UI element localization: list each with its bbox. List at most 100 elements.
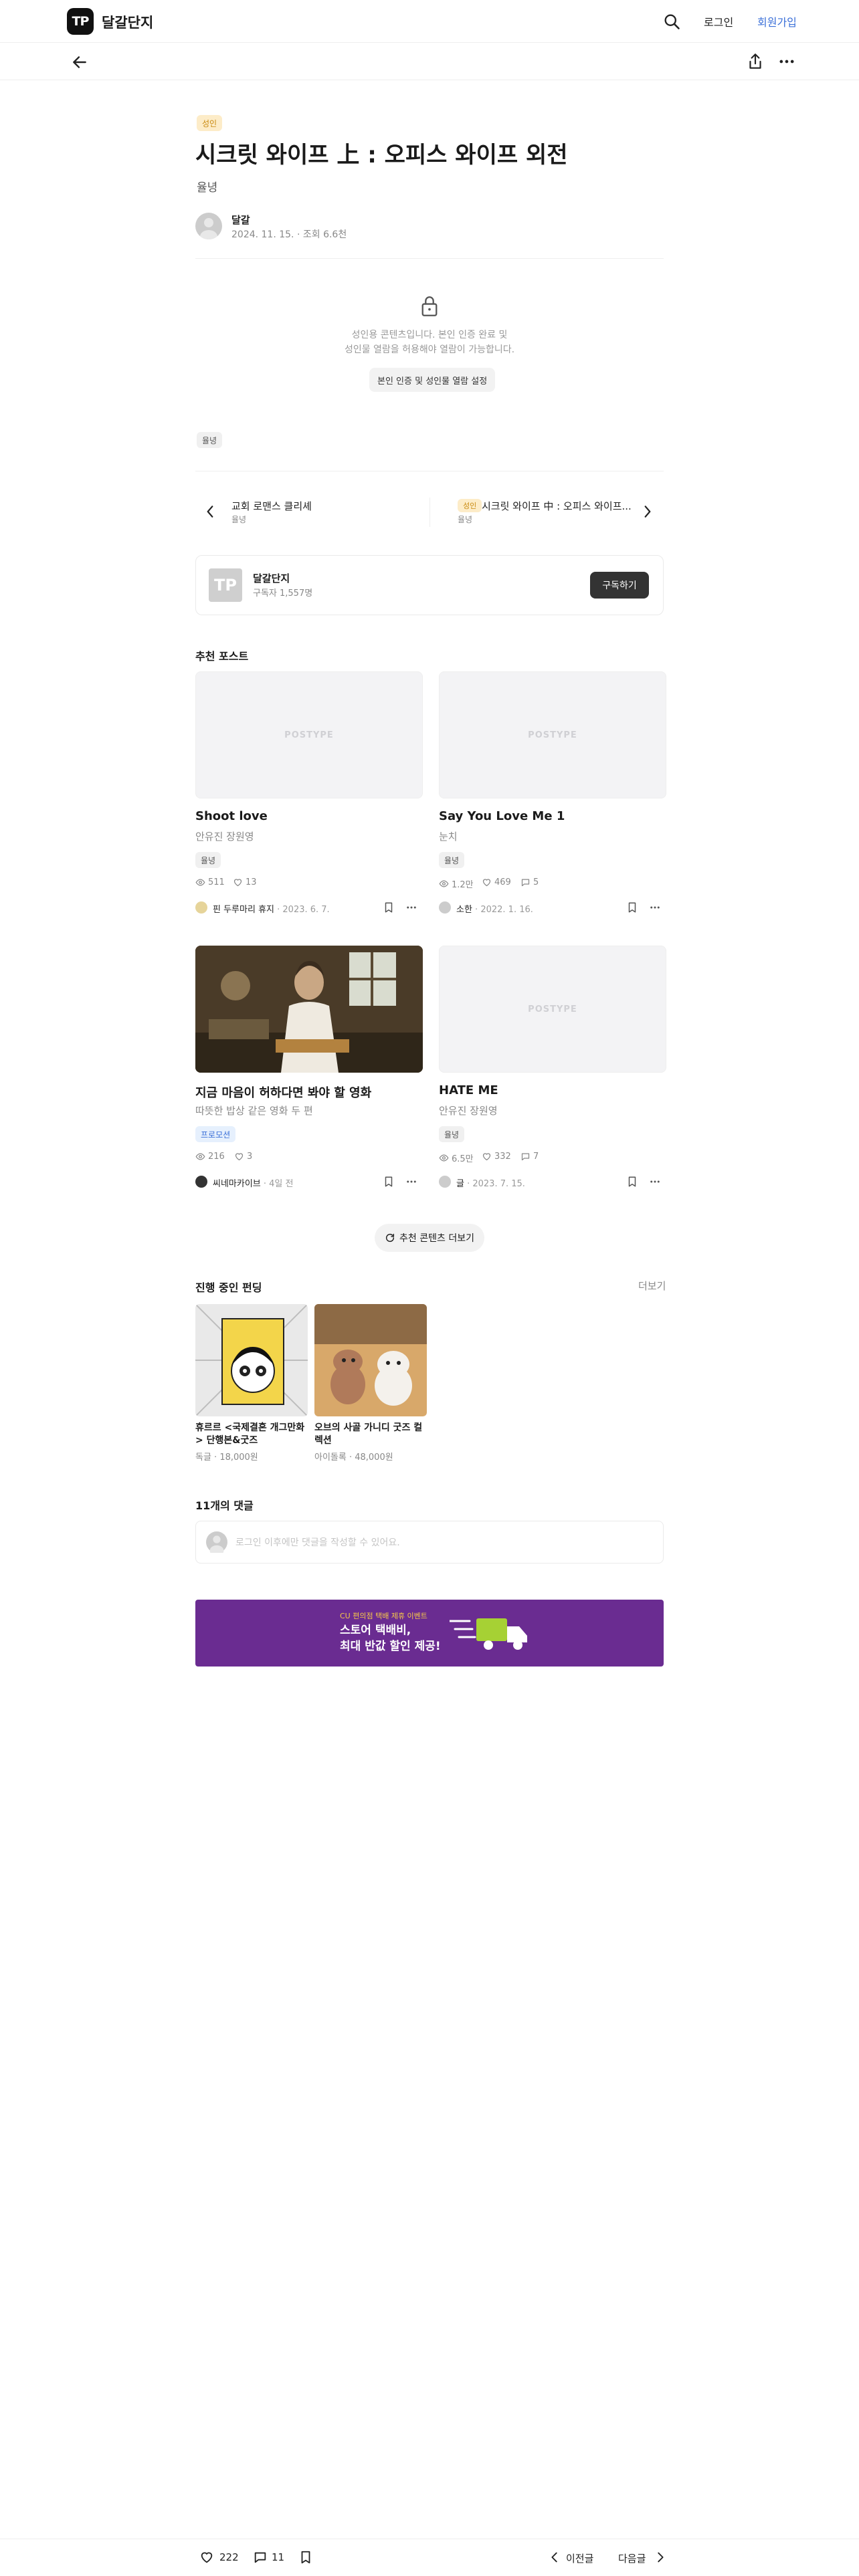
eye-icon (439, 1154, 449, 1162)
byline-avatar[interactable] (195, 1176, 207, 1188)
funding-image[interactable] (195, 1304, 308, 1416)
view-count: 1.2만 (439, 877, 474, 890)
funding-item-meta: 아이돌록 · 48,000원 (314, 1453, 393, 1463)
funding-item-title[interactable]: 휴르르 <국제결혼 개그만화> 단행본&굿즈 (195, 1422, 309, 1447)
author-avatar[interactable] (195, 213, 222, 239)
heart-icon (233, 879, 242, 887)
share-icon[interactable] (747, 52, 764, 71)
site-name[interactable]: 달갈단지 (102, 12, 153, 32)
more-options-icon[interactable] (649, 901, 661, 914)
chevron-right-icon[interactable] (642, 504, 653, 519)
verify-adult-button[interactable]: 본인 인증 및 성인물 열람 설정 (369, 368, 496, 392)
lock-message-line2: 성인물 열람을 허용해야 열람이 가능합니다. (344, 344, 515, 355)
post-meta: 2024. 11. 15. · 조회 6.6천 (231, 229, 347, 240)
like-count: 332 (482, 1152, 511, 1162)
login-link[interactable]: 로그인 (704, 13, 733, 29)
more-options-icon[interactable] (777, 52, 796, 71)
bottom-bar (0, 2539, 859, 2576)
card-title[interactable]: HATE ME (439, 1083, 498, 1097)
banner-caption: CU 편의점 택배 제휴 이벤트 (340, 1612, 427, 1620)
back-arrow-icon[interactable] (71, 53, 88, 71)
comment-icon[interactable] (253, 2550, 268, 2565)
next-post-title[interactable]: 시크릿 와이프 中 : 오피스 와이프... (482, 499, 632, 513)
post-thumbnail[interactable]: POSTYPE (195, 671, 423, 798)
card-title[interactable]: Shoot love (195, 809, 268, 823)
card-tag[interactable]: 율녕 (439, 1126, 465, 1142)
card-title[interactable]: Say You Love Me 1 (439, 809, 565, 823)
comment-count: 7 (520, 1152, 539, 1162)
prev-post-link[interactable]: 이전글 (566, 2551, 593, 2565)
lock-message-line1: 성인용 콘텐츠입니다. 본인 인증 완료 및 (351, 330, 508, 340)
bookmark-icon[interactable] (626, 901, 638, 914)
post-category[interactable]: 율녕 (197, 178, 217, 195)
eye-icon (439, 880, 449, 887)
byline-avatar[interactable] (439, 1176, 451, 1188)
author-name[interactable]: 달갈 (231, 213, 250, 227)
card-tag[interactable]: 율녕 (195, 852, 221, 868)
card-author: 안유진 장원영 (439, 1105, 498, 1117)
bookmark-icon[interactable] (626, 1176, 638, 1188)
plush-toys-image (314, 1304, 427, 1416)
comment-placeholder: 로그인 이후에만 댓글을 작성할 수 있어요. (235, 1537, 400, 1548)
truck-icon (450, 1618, 527, 1650)
bookmark-icon[interactable] (383, 1176, 395, 1188)
like-count: 3 (234, 1152, 252, 1162)
more-options-icon[interactable] (405, 901, 417, 914)
eye-icon (195, 1153, 205, 1160)
funding-title: 진행 중인 펀딩 (195, 1281, 262, 1294)
subscriber-count: 구독자 1,557명 (253, 588, 313, 599)
movie-still-image (195, 946, 423, 1073)
funding-image[interactable] (314, 1304, 427, 1416)
post-thumbnail[interactable]: POSTYPE (439, 671, 666, 798)
banner-headline: 스토어 택배비, 최대 반값 할인 제공! (340, 1624, 441, 1653)
divider (195, 258, 664, 259)
card-byline: 씨네마카이브 · 4일 전 (213, 1179, 294, 1189)
funding-see-more[interactable]: 더보기 (638, 1279, 666, 1293)
byline-avatar[interactable] (195, 901, 207, 914)
bookmark-icon[interactable] (298, 2550, 313, 2565)
recommended-title: 추천 포스트 (195, 650, 249, 663)
signup-link[interactable]: 회원가입 (757, 13, 797, 29)
heart-icon[interactable] (199, 2550, 214, 2565)
lock-icon (421, 296, 438, 316)
placeholder-text: POSTYPE (284, 730, 334, 740)
chevron-left-icon[interactable] (205, 504, 215, 519)
channel-logo[interactable]: TP (209, 568, 242, 602)
post-thumbnail[interactable] (195, 946, 423, 1073)
like-count: 469 (482, 877, 511, 887)
next-post-link[interactable]: 다음글 (618, 2551, 646, 2565)
comment-count: 5 (520, 877, 539, 887)
card-title[interactable]: 지금 마음이 허하다면 봐야 할 영화 (195, 1083, 371, 1101)
promotion-tag[interactable]: 프로모션 (195, 1126, 236, 1142)
prev-post-title[interactable]: 교회 로맨스 클리셰 (231, 499, 312, 513)
placeholder-text: POSTYPE (528, 1004, 577, 1014)
adult-badge: 성인 (197, 115, 223, 131)
comment-count: 11 (272, 2551, 285, 2563)
subscribe-button[interactable]: 구독하기 (590, 572, 649, 599)
more-options-icon[interactable] (649, 1176, 661, 1188)
funding-item-title[interactable]: 오브의 사골 가니디 굿즈 컬렉션 (314, 1422, 428, 1447)
sub-bar (0, 43, 859, 80)
post-thumbnail[interactable]: POSTYPE (439, 946, 666, 1073)
more-recommended-button[interactable]: 추천 콘텐츠 더보기 (375, 1224, 484, 1252)
search-icon[interactable] (662, 12, 681, 31)
bookmark-icon[interactable] (383, 901, 395, 914)
like-count: 13 (233, 877, 257, 887)
byline-avatar[interactable] (439, 901, 451, 914)
chevron-left-icon[interactable] (547, 2550, 562, 2565)
view-count: 216 (195, 1152, 225, 1162)
more-options-icon[interactable] (405, 1176, 417, 1188)
chevron-right-icon[interactable] (653, 2550, 668, 2565)
commenter-avatar (206, 1531, 227, 1556)
refresh-icon (385, 1233, 395, 1243)
card-author: 안유진 장원영 (195, 831, 254, 843)
funding-item-meta: 독글 · 18,000원 (195, 1453, 258, 1463)
book-cover-image (195, 1304, 308, 1416)
site-logo[interactable]: TP (67, 8, 94, 35)
card-tag[interactable]: 율녕 (439, 852, 465, 868)
card-author: 따뜻한 밥상 같은 영화 두 편 (195, 1105, 313, 1117)
channel-name[interactable]: 달갈단지 (253, 571, 290, 585)
comment-icon (521, 1153, 530, 1161)
post-tag[interactable]: 율녕 (197, 432, 223, 448)
card-byline: 글 · 2023. 7. 15. (456, 1179, 525, 1189)
